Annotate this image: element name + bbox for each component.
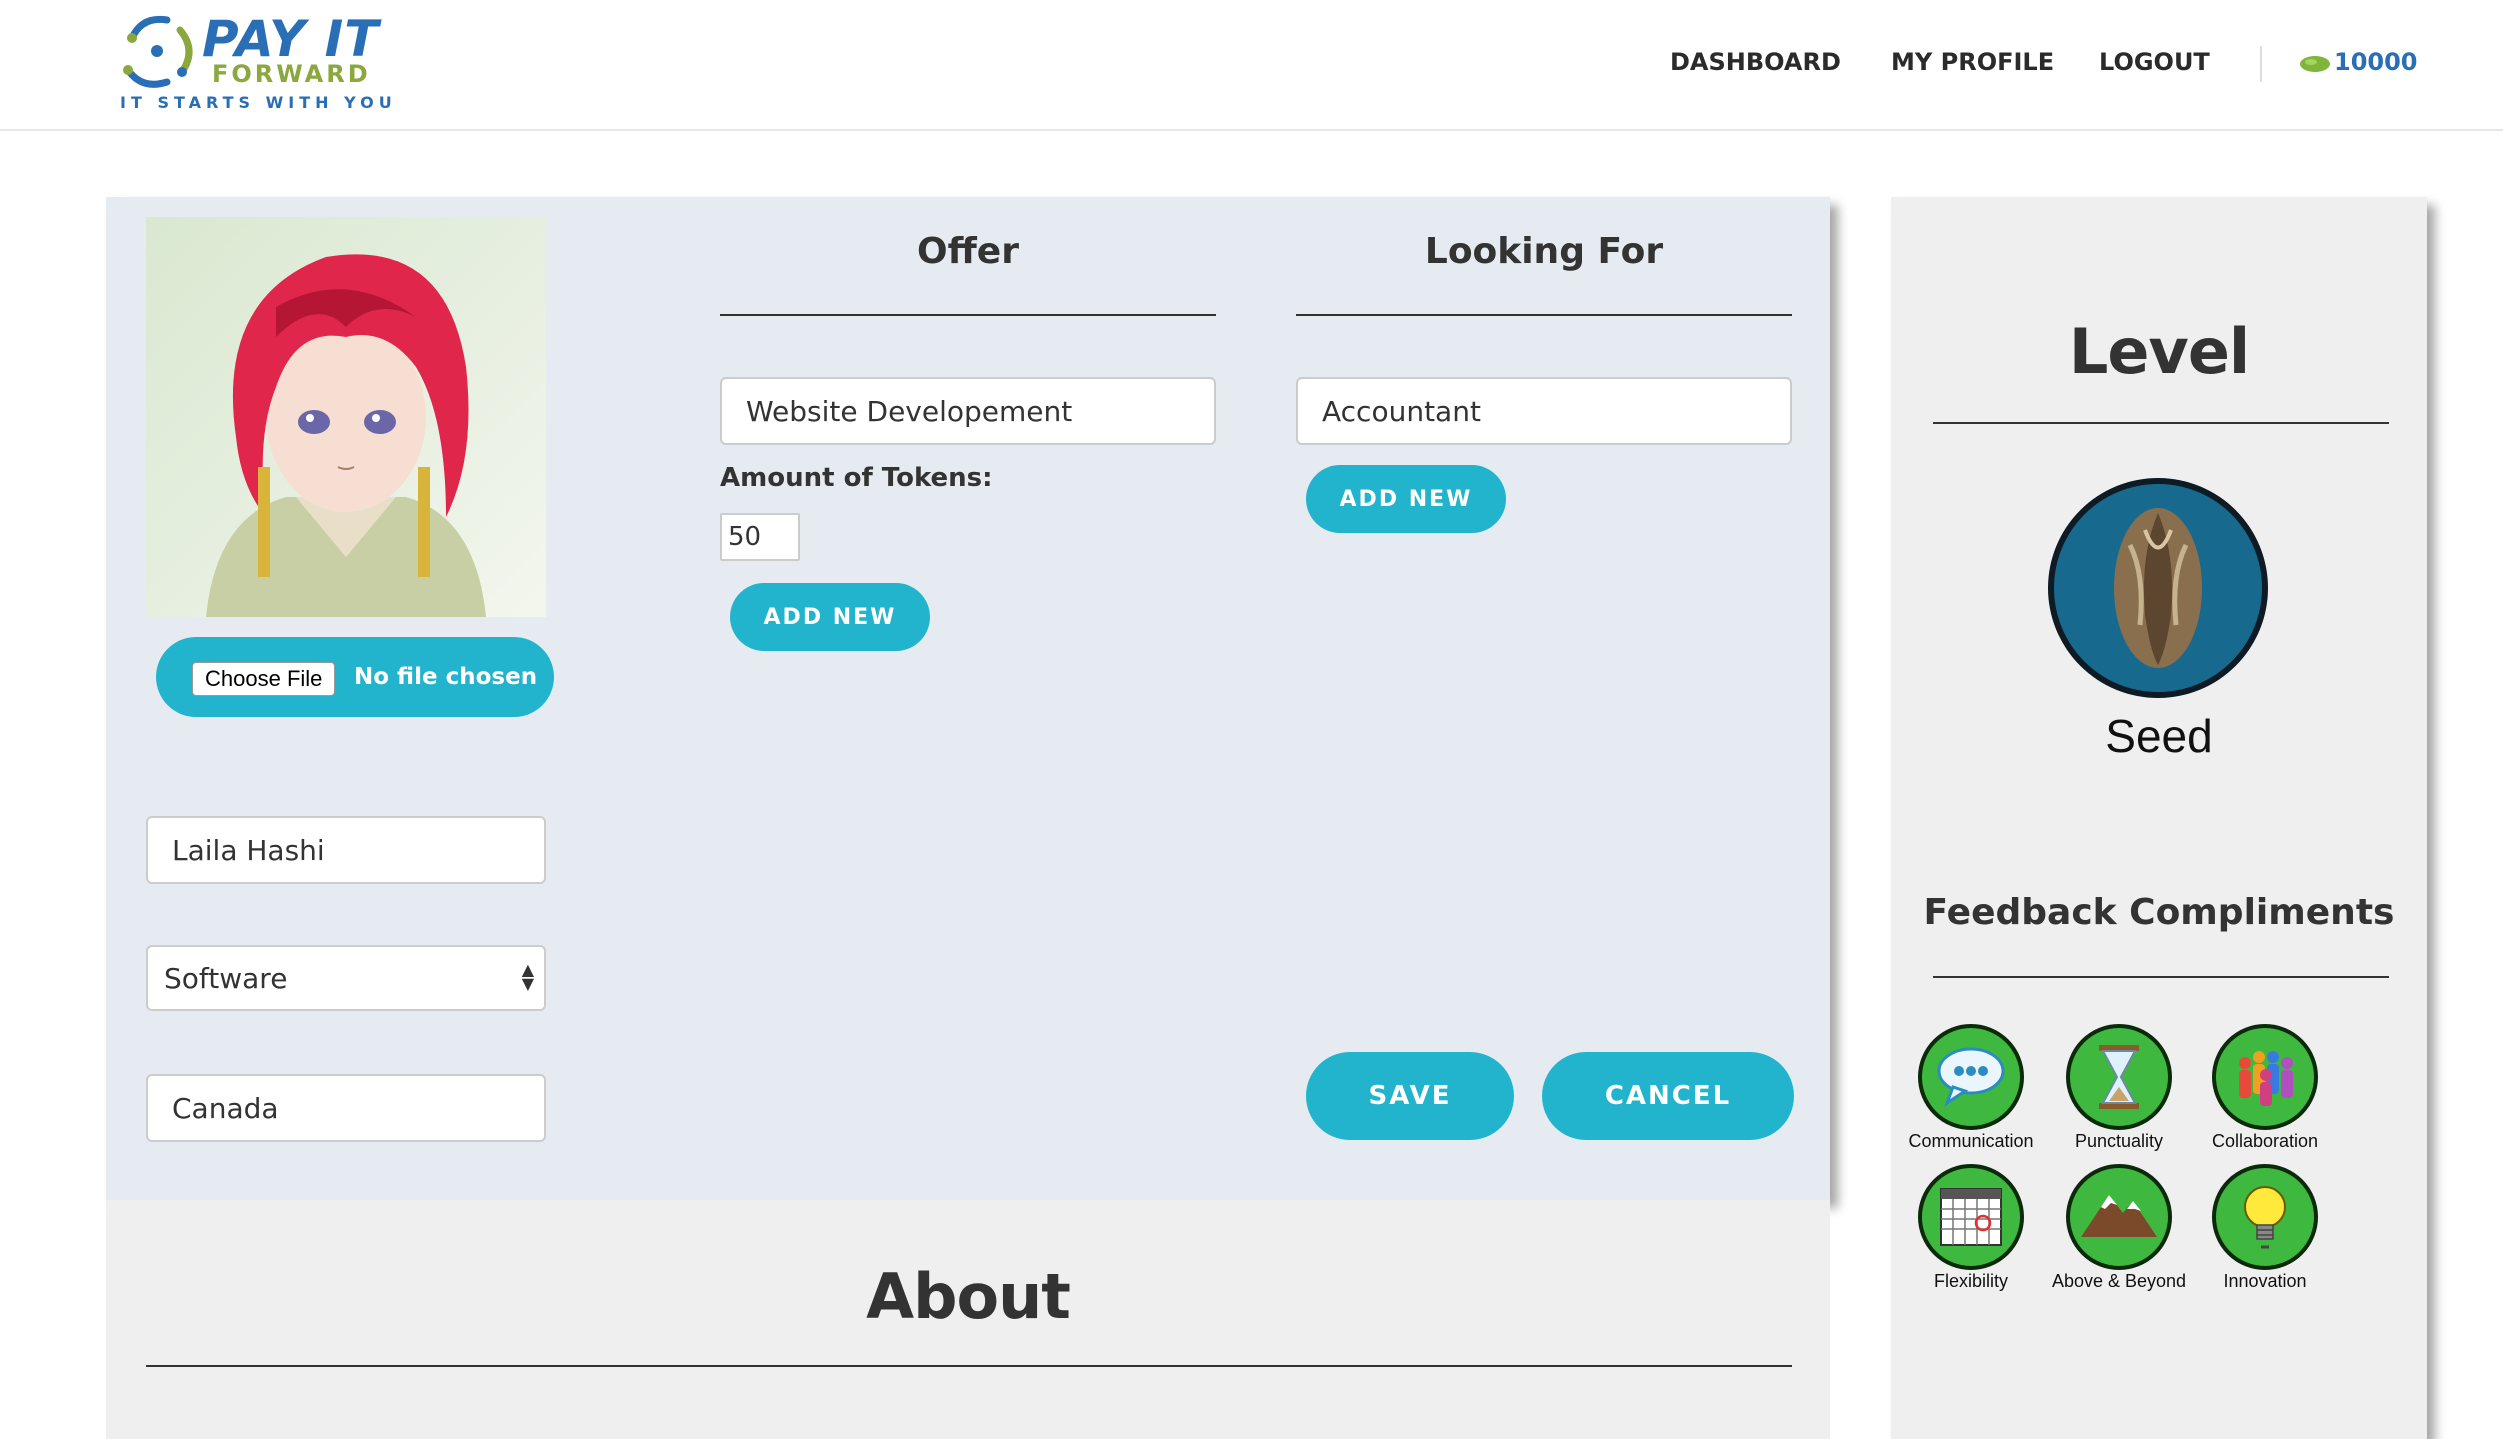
about-heading: About xyxy=(866,1260,1071,1333)
profile-edit-panel: Choose File No file chosen Laila Hashi S… xyxy=(106,197,1830,1200)
level-divider xyxy=(1933,422,2389,424)
looking-for-divider xyxy=(1296,314,1792,316)
category-select-value: Software xyxy=(164,961,288,995)
avatar-image xyxy=(146,217,546,617)
badge-innovation[interactable]: Innovation xyxy=(2185,1163,2345,1292)
about-divider xyxy=(146,1365,1792,1367)
name-input[interactable]: Laila Hashi xyxy=(146,816,546,884)
save-button[interactable]: SAVE xyxy=(1306,1052,1514,1140)
lightbulb-icon xyxy=(2212,1164,2318,1270)
level-name: Seed xyxy=(2105,710,2213,762)
choose-file-button[interactable]: Choose File xyxy=(192,662,336,696)
badge-label: Collaboration xyxy=(2211,1131,2319,1151)
seed-level-icon xyxy=(2048,478,2268,698)
looking-for-skill-value: Accountant xyxy=(1322,394,1481,428)
badge-label: Communication xyxy=(1908,1131,2034,1151)
badge-flexibility[interactable]: Flexibility xyxy=(1891,1163,2051,1292)
mountain-icon xyxy=(2066,1164,2172,1270)
badge-punctuality[interactable]: Punctuality xyxy=(2039,1023,2199,1152)
category-select[interactable]: Software ▲ ▼ xyxy=(146,945,546,1011)
badge-above-and-beyond[interactable]: Above & Beyond xyxy=(2039,1163,2199,1292)
badge-label: Above & Beyond xyxy=(2051,1271,2187,1291)
logo-tagline: IT STARTS WITH YOU xyxy=(120,93,397,112)
logo-subtitle: FORWARD xyxy=(212,60,371,88)
tokens-label: Amount of Tokens: xyxy=(720,463,993,493)
level-sidebar: Level Seed Feedback Compliments Communic… xyxy=(1891,197,2427,1439)
nav-divider xyxy=(2260,46,2262,82)
badge-label: Flexibility xyxy=(1933,1271,2008,1291)
tokens-amount-input[interactable]: 50 xyxy=(720,513,800,561)
offer-skill-input[interactable]: Website Developement xyxy=(720,377,1216,445)
profile-avatar xyxy=(146,217,546,617)
pay-it-forward-logo[interactable]: PAY IT FORWARD IT STARTS WITH YOU xyxy=(112,8,392,118)
country-input[interactable]: Canada xyxy=(146,1074,546,1142)
country-input-value: Canada xyxy=(172,1091,279,1125)
speech-bubble-icon xyxy=(1918,1024,2024,1130)
looking-for-add-new-button[interactable]: ADD NEW xyxy=(1306,465,1506,533)
token-balance[interactable]: 10000 xyxy=(2298,48,2418,76)
people-icon xyxy=(2212,1024,2318,1130)
token-balance-value: 10000 xyxy=(2334,48,2418,76)
nav-dashboard-link[interactable]: DASHBOARD xyxy=(1670,48,1841,76)
logo-swirl-icon xyxy=(123,15,193,88)
offer-add-new-button[interactable]: ADD NEW xyxy=(730,583,930,651)
avatar-upload-button[interactable]: Choose File No file chosen xyxy=(156,637,554,717)
feedback-divider xyxy=(1933,976,2389,978)
badge-label: Punctuality xyxy=(2074,1131,2164,1151)
badge-communication[interactable]: Communication xyxy=(1891,1023,2051,1152)
tokens-amount-value: 50 xyxy=(728,522,762,552)
offer-heading: Offer xyxy=(917,231,1019,272)
looking-for-skill-input[interactable]: Accountant xyxy=(1296,377,1792,445)
badge-collaboration[interactable]: Collaboration xyxy=(2185,1023,2345,1152)
nav-logout-link[interactable]: LOGOUT xyxy=(2099,48,2210,76)
cancel-button[interactable]: CANCEL xyxy=(1542,1052,1794,1140)
hourglass-icon xyxy=(2066,1024,2172,1130)
nav-my-profile-link[interactable]: MY PROFILE xyxy=(1891,48,2054,76)
about-section: About xyxy=(106,1200,1830,1439)
calendar-icon xyxy=(1918,1164,2024,1270)
badge-label: Innovation xyxy=(2223,1271,2307,1291)
looking-for-heading: Looking For xyxy=(1424,231,1664,272)
name-input-value: Laila Hashi xyxy=(172,833,325,867)
feedback-compliments-heading: Feedback Compliments xyxy=(1923,892,2395,933)
top-navbar: PAY IT FORWARD IT STARTS WITH YOU DASHBO… xyxy=(0,0,2503,131)
select-arrows-icon: ▲ ▼ xyxy=(521,960,534,993)
bean-icon xyxy=(2300,56,2330,72)
file-status-text: No file chosen xyxy=(354,664,538,690)
offer-skill-value: Website Developement xyxy=(746,394,1073,428)
level-heading: Level xyxy=(2068,315,2250,388)
offer-divider xyxy=(720,314,1216,316)
